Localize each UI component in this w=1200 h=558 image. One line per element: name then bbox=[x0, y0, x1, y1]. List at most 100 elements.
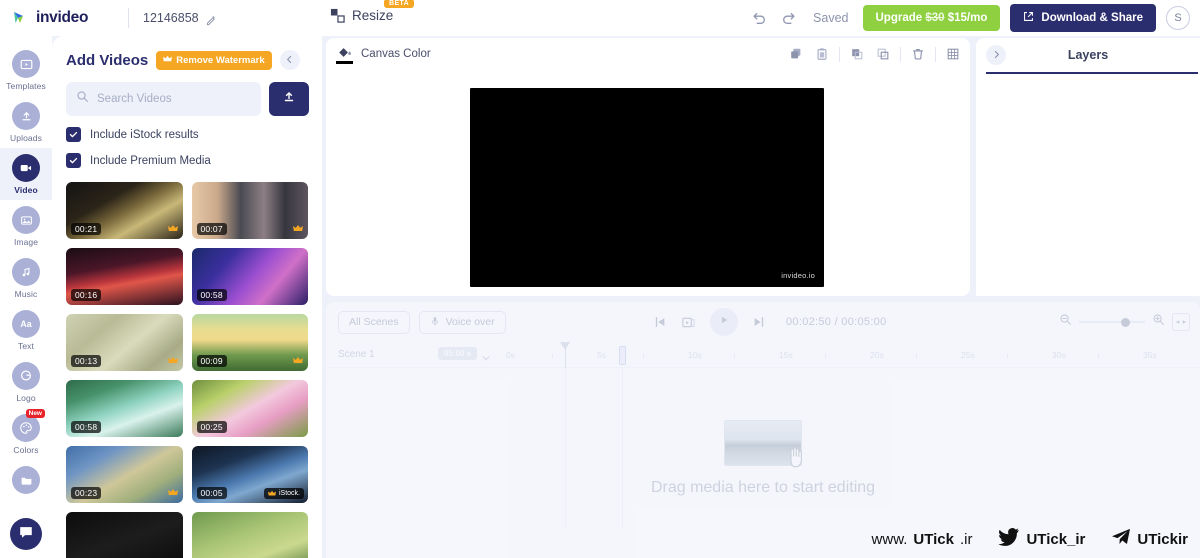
divider bbox=[128, 8, 129, 28]
search-box[interactable] bbox=[66, 82, 261, 116]
video-thumbnail[interactable] bbox=[191, 512, 308, 558]
skip-next-icon[interactable] bbox=[752, 315, 766, 329]
skip-previous-icon[interactable] bbox=[653, 315, 667, 329]
invideo-logo-icon bbox=[12, 9, 30, 27]
scene-duration-badge[interactable]: 05:00 s bbox=[438, 347, 478, 360]
telegram-handle: UTickir bbox=[1137, 530, 1188, 548]
sidebar-item-image[interactable]: Image bbox=[0, 200, 52, 252]
sidebar-item-logo[interactable]: Logo bbox=[0, 356, 52, 408]
pencil-icon[interactable] bbox=[206, 13, 217, 25]
frame-preview-icon[interactable] bbox=[681, 315, 696, 330]
left-rail: Templates Uploads Video Image Music Aa T… bbox=[0, 36, 52, 558]
voice-over-button[interactable]: Voice over bbox=[418, 310, 506, 334]
premium-crown-icon bbox=[167, 224, 178, 235]
checkbox-label: Include Premium Media bbox=[90, 154, 211, 167]
paste-icon[interactable] bbox=[809, 43, 835, 65]
istock-label: iStock. bbox=[278, 490, 300, 497]
expand-layers-button[interactable] bbox=[986, 45, 1006, 65]
twitter-watermark: UTick_ir bbox=[998, 528, 1085, 550]
checkbox-premium[interactable]: Include Premium Media bbox=[52, 142, 322, 168]
playhead[interactable] bbox=[560, 342, 570, 368]
zoom-in-icon[interactable] bbox=[1152, 313, 1165, 331]
grid-icon[interactable] bbox=[940, 43, 966, 65]
drop-media-area[interactable]: Drag media here to start editing bbox=[326, 420, 1200, 497]
video-thumbnail[interactable]: 00:23 bbox=[66, 446, 183, 503]
all-scenes-button[interactable]: All Scenes bbox=[338, 310, 410, 334]
upload-media-button[interactable] bbox=[269, 82, 309, 116]
video-thumbnail[interactable]: 00:05 iStock. bbox=[191, 446, 308, 503]
sidebar-item-colors[interactable]: New Colors bbox=[0, 408, 52, 460]
video-thumbnail[interactable]: 00:21 bbox=[66, 182, 183, 239]
bring-forward-icon[interactable] bbox=[844, 43, 870, 65]
divider bbox=[839, 46, 840, 62]
video-thumbnail[interactable]: 00:13 bbox=[66, 314, 183, 371]
undo-icon[interactable] bbox=[749, 8, 769, 28]
resize-button[interactable]: Resize BETA bbox=[330, 0, 415, 23]
copy-icon[interactable] bbox=[783, 43, 809, 65]
sidebar-item-text[interactable]: Aa Text bbox=[0, 304, 52, 356]
fit-to-screen-icon[interactable] bbox=[1172, 313, 1190, 331]
video-results-grid: 00:21 00:07 00:16 00:58 00:13 00:09 00:58 00:25… bbox=[52, 168, 322, 558]
chevron-down-icon[interactable] bbox=[481, 350, 491, 368]
sidebar-item-music[interactable]: Music bbox=[0, 252, 52, 304]
remove-watermark-label: Remove Watermark bbox=[176, 54, 265, 66]
play-icon bbox=[718, 313, 730, 331]
chevron-left-icon bbox=[285, 51, 294, 69]
video-thumbnail[interactable]: 00:16 bbox=[66, 248, 183, 305]
upgrade-button[interactable]: Upgrade $30 $15/mo bbox=[862, 5, 1001, 31]
brand-logo[interactable]: invideo bbox=[0, 9, 120, 27]
ruler-tick-label: 15s bbox=[779, 350, 793, 360]
sidebar-label: Music bbox=[14, 289, 38, 299]
sidebar-item-folder[interactable] bbox=[0, 460, 52, 499]
video-thumbnail[interactable]: 00:58 bbox=[191, 248, 308, 305]
sidebar-item-uploads[interactable]: Uploads bbox=[0, 96, 52, 148]
video-thumbnail[interactable]: 00:58 bbox=[66, 380, 183, 437]
download-share-button[interactable]: Download & Share bbox=[1010, 4, 1156, 32]
video-thumbnail[interactable]: 00:09 bbox=[191, 314, 308, 371]
checkbox-istock[interactable]: Include iStock results bbox=[52, 116, 322, 142]
video-duration: 00:13 bbox=[71, 355, 102, 367]
delete-icon[interactable] bbox=[905, 43, 931, 65]
current-time: 00:02:50 bbox=[786, 316, 832, 328]
sidebar-item-video[interactable]: Video bbox=[0, 148, 52, 200]
premium-crown-icon bbox=[293, 356, 303, 367]
checkbox-box bbox=[66, 127, 81, 142]
folder-icon bbox=[12, 466, 40, 494]
zoom-out-icon[interactable] bbox=[1059, 313, 1072, 331]
external-link-icon bbox=[1023, 11, 1034, 25]
video-thumbnail[interactable]: 00:07 bbox=[191, 182, 308, 239]
layers-underline bbox=[986, 72, 1198, 74]
clip-marker[interactable] bbox=[619, 346, 626, 365]
sidebar-label: Text bbox=[18, 341, 34, 351]
collapse-panel-button[interactable] bbox=[279, 50, 300, 70]
remove-watermark-button[interactable]: Remove Watermark bbox=[156, 50, 272, 70]
video-duration: 00:16 bbox=[71, 289, 102, 301]
panel-title: Add Videos bbox=[66, 51, 149, 69]
chat-support-button[interactable] bbox=[10, 518, 42, 550]
timeline-ruler[interactable]: Scene 1 05:00 s 0s 5s 10s 15s 20s 25s 30s 35s bbox=[326, 342, 1200, 368]
scene-label: Scene 1 bbox=[338, 349, 375, 360]
add-videos-panel: Add Videos Remove Watermark Search Video… bbox=[52, 36, 322, 558]
crown-icon bbox=[163, 55, 173, 66]
time-separator: / bbox=[834, 316, 838, 328]
twitter-bird-icon bbox=[998, 528, 1020, 550]
send-backward-icon[interactable] bbox=[870, 43, 896, 65]
canvas-color-button[interactable]: Canvas Color bbox=[336, 45, 431, 64]
sidebar-item-templates[interactable]: Templates bbox=[0, 44, 52, 96]
video-preview-stage[interactable]: invideo.io bbox=[470, 88, 824, 287]
video-thumbnail[interactable] bbox=[66, 512, 183, 558]
canvas-area: Canvas Color invideo.io bbox=[326, 38, 970, 296]
video-duration: 00:07 bbox=[196, 223, 227, 235]
zoom-slider-knob[interactable] bbox=[1121, 317, 1130, 327]
site-prefix: www. bbox=[871, 530, 908, 548]
avatar[interactable]: S bbox=[1166, 6, 1190, 30]
zoom-slider[interactable] bbox=[1079, 317, 1145, 327]
search-input[interactable] bbox=[97, 93, 251, 105]
canvas-color-label: Canvas Color bbox=[361, 48, 431, 60]
project-name-group[interactable]: 12146858 bbox=[143, 11, 217, 25]
project-id: 12146858 bbox=[143, 11, 199, 25]
play-button[interactable] bbox=[710, 308, 738, 336]
video-thumbnail[interactable]: 00:25 bbox=[191, 380, 308, 437]
checkbox-label: Include iStock results bbox=[90, 128, 199, 141]
redo-icon[interactable] bbox=[779, 8, 799, 28]
